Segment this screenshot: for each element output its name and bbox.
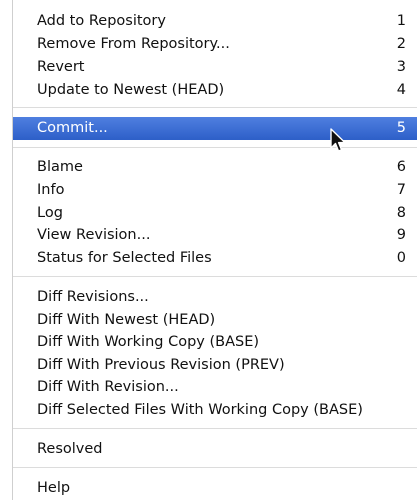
menu-item-remove-from-repository[interactable]: Remove From Repository... 2 (13, 33, 406, 56)
menu-item-info[interactable]: Info 7 (13, 179, 406, 202)
menu-item-diff-revisions[interactable]: Diff Revisions... (13, 286, 406, 309)
menu-item-label: Diff With Working Copy (BASE) (37, 334, 260, 350)
context-menu: Add to Repository 1 Remove From Reposito… (12, 0, 417, 500)
menu-item-resolved[interactable]: Resolved (13, 438, 406, 461)
menu-separator (13, 276, 417, 277)
arrow-pointer-icon (330, 128, 346, 152)
menu-item-label: Add to Repository (37, 13, 166, 29)
menu-item-label: Revert (37, 59, 85, 75)
menu-item-diff-with-newest[interactable]: Diff With Newest (HEAD) (13, 309, 406, 332)
menu-item-label: Diff With Previous Revision (PREV) (37, 357, 285, 373)
menu-item-label: Diff Selected Files With Working Copy (B… (37, 402, 363, 418)
menu-separator (13, 428, 417, 429)
menu-item-blame[interactable]: Blame 6 (13, 156, 406, 179)
menu-item-shortcut: 0 (396, 250, 406, 266)
menu-item-shortcut: 2 (396, 36, 406, 52)
menu-item-label: Commit... (37, 120, 108, 136)
menu-item-label: Log (37, 205, 63, 221)
menu-item-diff-with-previous-revision[interactable]: Diff With Previous Revision (PREV) (13, 354, 406, 377)
menu-item-diff-with-revision[interactable]: Diff With Revision... (13, 376, 406, 399)
menu-item-shortcut: 7 (396, 182, 406, 198)
menu-item-update-to-newest[interactable]: Update to Newest (HEAD) 4 (13, 79, 406, 102)
menu-item-help[interactable]: Help (13, 477, 406, 500)
menu-item-revert[interactable]: Revert 3 (13, 56, 406, 79)
menu-item-label: Diff Revisions... (37, 289, 149, 305)
menu-item-label: Info (37, 182, 65, 198)
menu-item-label: View Revision... (37, 227, 151, 243)
menu-item-view-revision[interactable]: View Revision... 9 (13, 224, 406, 247)
menu-item-diff-selected-files[interactable]: Diff Selected Files With Working Copy (B… (13, 399, 406, 422)
menu-item-label: Diff With Newest (HEAD) (37, 312, 216, 328)
menu-item-status-for-selected-files[interactable]: Status for Selected Files 0 (13, 247, 406, 270)
menu-item-shortcut: 3 (396, 59, 406, 75)
menu-item-shortcut: 6 (396, 159, 406, 175)
menu-item-shortcut: 8 (396, 205, 406, 221)
menu-item-shortcut: 1 (396, 13, 406, 29)
menu-item-label: Help (37, 480, 71, 496)
menu-item-label: Diff With Revision... (37, 379, 179, 395)
menu-item-label: Blame (37, 159, 83, 175)
menu-item-add-to-repository[interactable]: Add to Repository 1 (13, 10, 406, 33)
menu-item-shortcut: 9 (396, 227, 406, 243)
menu-item-commit[interactable]: Commit... 5 (13, 117, 417, 140)
menu-item-shortcut: 5 (396, 120, 406, 136)
menu-item-diff-with-working-copy[interactable]: Diff With Working Copy (BASE) (13, 331, 406, 354)
menu-item-label: Update to Newest (HEAD) (37, 82, 225, 98)
menu-item-label: Remove From Repository... (37, 36, 230, 52)
menu-item-label: Status for Selected Files (37, 250, 212, 266)
menu-separator (13, 467, 417, 468)
menu-item-shortcut: 4 (396, 82, 406, 98)
menu-separator (13, 147, 417, 148)
menu-item-label: Resolved (37, 441, 103, 457)
menu-item-log[interactable]: Log 8 (13, 202, 406, 225)
menu-separator (13, 107, 417, 108)
